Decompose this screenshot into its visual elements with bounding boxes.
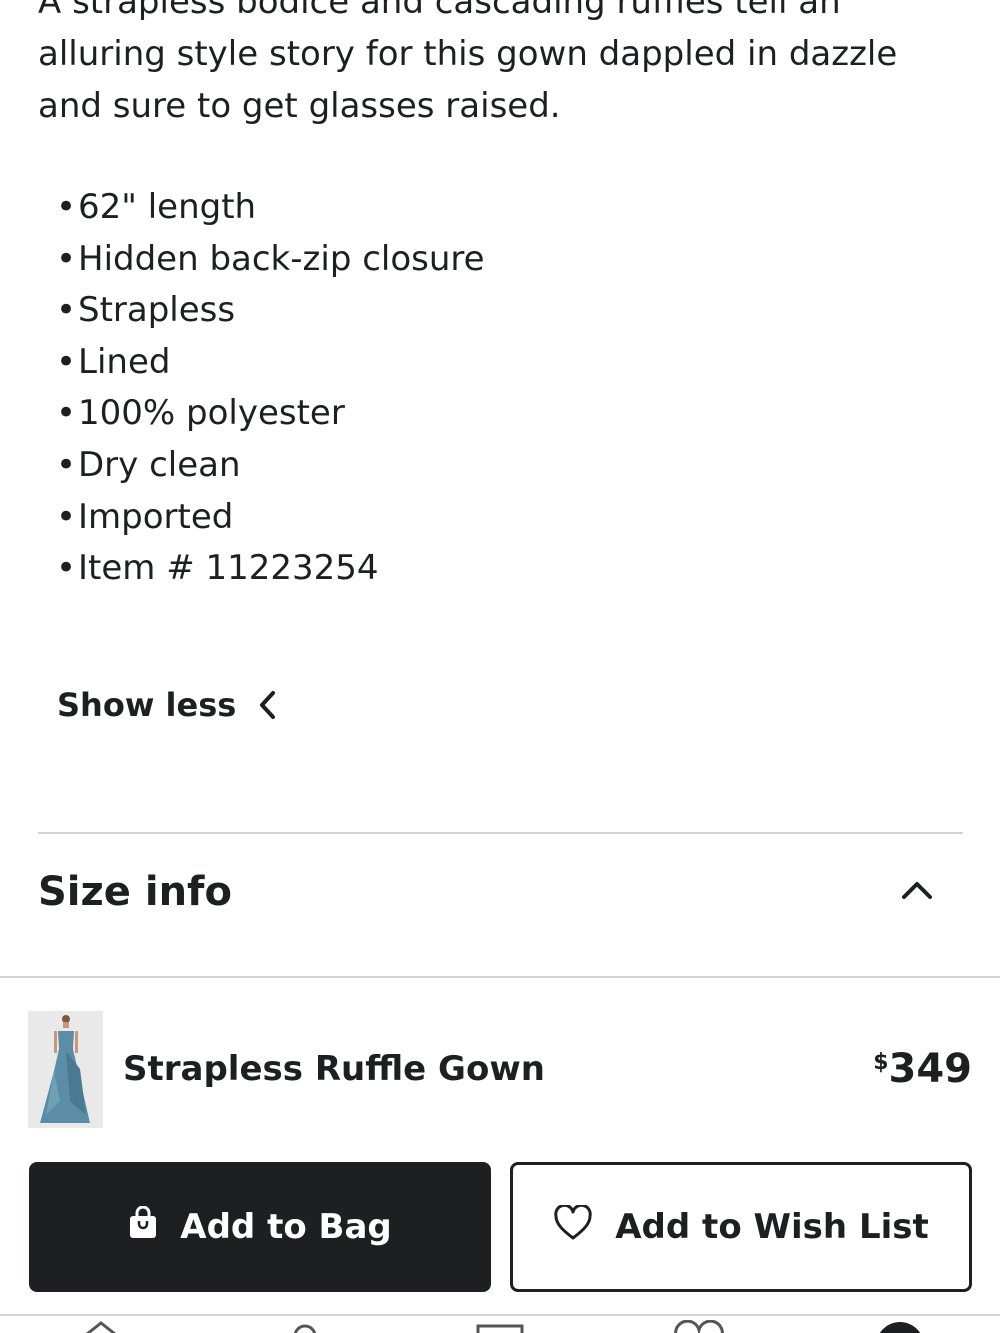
heart-outline-icon xyxy=(553,1203,593,1250)
show-less-toggle[interactable]: Show less xyxy=(57,680,278,730)
product-price: $ 349 xyxy=(873,1046,972,1092)
wishlist-icon[interactable] xyxy=(672,1319,726,1333)
detail-item: •62" length xyxy=(56,187,257,227)
detail-item: •Dry clean xyxy=(56,444,241,485)
detail-item: •Hidden back-zip closure xyxy=(56,238,485,279)
sticky-product-summary: Strapless Ruffle Gown $ 349 xyxy=(28,1010,972,1128)
add-to-bag-button[interactable]: Add to Bag xyxy=(29,1162,491,1292)
shop-icon[interactable] xyxy=(476,1320,524,1333)
chevron-left-icon xyxy=(258,690,278,720)
price-currency: $ xyxy=(873,1050,889,1075)
product-thumbnail xyxy=(28,1010,103,1128)
chevron-up-icon xyxy=(901,880,963,904)
home-icon[interactable] xyxy=(84,1320,118,1333)
shopping-bag-icon xyxy=(128,1205,158,1249)
detail-item: •Imported xyxy=(56,496,234,537)
add-to-wish-list-button[interactable]: Add to Wish List xyxy=(510,1162,972,1292)
add-to-bag-label: Add to Bag xyxy=(180,1207,392,1247)
sticky-bar-divider xyxy=(0,976,1000,978)
add-to-wish-list-label: Add to Wish List xyxy=(615,1207,929,1247)
product-name: Strapless Ruffle Gown xyxy=(123,1049,545,1089)
bottom-tab-bar xyxy=(0,1316,1000,1333)
account-icon[interactable] xyxy=(874,1320,926,1333)
show-less-label: Show less xyxy=(57,686,237,724)
search-icon[interactable] xyxy=(290,1320,320,1333)
detail-item: •Strapless xyxy=(56,290,236,331)
size-info-heading: Size info xyxy=(38,869,232,915)
product-details-list: •62" length •Hidden back-zip closure •St… xyxy=(56,182,485,595)
price-amount: 349 xyxy=(888,1046,973,1092)
detail-item: •Lined xyxy=(56,341,171,382)
product-description: A strapless bodice and cascading ruffles… xyxy=(38,0,898,126)
detail-item: •Item # 11223254 xyxy=(56,548,379,589)
size-info-accordion[interactable]: Size info xyxy=(38,856,963,928)
detail-item: •100% polyester xyxy=(56,393,345,434)
section-divider xyxy=(38,832,963,834)
